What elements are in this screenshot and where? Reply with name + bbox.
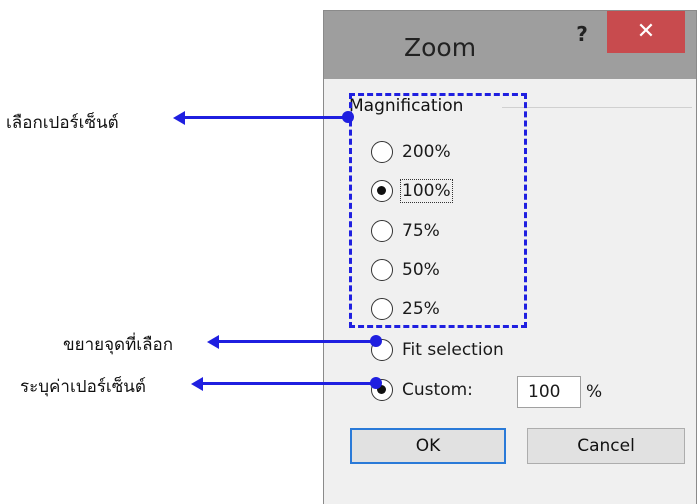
group-divider	[502, 107, 692, 108]
close-icon: ✕	[636, 19, 656, 44]
annotation-line	[184, 116, 344, 119]
annotation-dot	[342, 111, 354, 123]
dialog-title: Zoom	[404, 33, 477, 62]
annotation-line	[202, 382, 372, 385]
fit-selection-label: Fit selection	[402, 340, 504, 360]
annotation-dot	[370, 335, 382, 347]
close-button[interactable]: ✕	[607, 11, 685, 53]
ok-button[interactable]: OK	[350, 428, 506, 464]
title-bar: Zoom ? ✕	[324, 11, 696, 79]
percent-unit: %	[586, 382, 603, 402]
annotation-dot	[370, 377, 382, 389]
ok-button-label: OK	[415, 436, 441, 456]
cancel-button[interactable]: Cancel	[527, 428, 685, 464]
custom-percent-input[interactable]: 100	[517, 376, 581, 408]
annotation-enlarge-selection: ขยายจุดที่เลือก	[63, 335, 174, 355]
annotation-line	[218, 340, 372, 343]
annotation-select-percent: เลือกเปอร์เซ็นต์	[6, 113, 119, 133]
custom-label: Custom:	[402, 380, 473, 400]
radio-option-fit-selection[interactable]: Fit selection	[371, 339, 504, 361]
cancel-button-label: Cancel	[577, 436, 635, 456]
magnification-highlight-box	[349, 93, 527, 328]
help-button[interactable]: ?	[567, 21, 597, 51]
annotation-specify-percent: ระบุค่าเปอร์เซ็นต์	[20, 377, 146, 397]
radio-option-custom[interactable]: Custom:	[371, 379, 473, 401]
